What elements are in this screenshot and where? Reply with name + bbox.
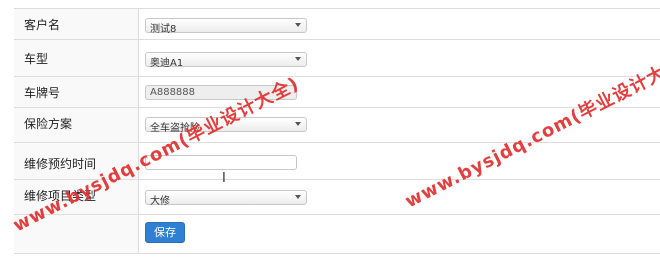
form-row-repair-type: 维修项目类型 大修 — [14, 180, 660, 215]
save-button[interactable]: 保存 — [145, 222, 185, 243]
car-model-select-value: 奥迪A1 — [150, 58, 184, 69]
form-row-appointment: 维修预约时间 — [14, 143, 660, 180]
text-cursor-icon: I — [222, 171, 226, 186]
customer-select-value: 测试8 — [150, 24, 177, 35]
car-model-select[interactable]: 奥迪A1 — [145, 52, 307, 69]
plate-input[interactable]: A888888 — [145, 85, 297, 100]
insurance-select-value: 全车盗抢险 — [150, 123, 200, 134]
plate-label: 车牌号 — [14, 77, 139, 107]
actions-label-cell — [14, 215, 139, 253]
chevron-down-icon — [295, 122, 301, 126]
form-row-car-model: 车型 奥迪A1 — [14, 40, 660, 77]
appointment-time-input[interactable] — [145, 155, 297, 170]
insurance-label: 保险方案 — [14, 108, 139, 142]
chevron-down-icon — [295, 195, 301, 199]
insurance-select[interactable]: 全车盗抢险 — [145, 117, 307, 134]
customer-select[interactable]: 测试8 — [145, 18, 307, 35]
chevron-down-icon — [295, 57, 301, 61]
vehicle-repair-form: 客户名 测试8 车型 奥迪A1 车牌号 A888888 保险方案 全车盗抢险 维… — [14, 8, 660, 254]
chevron-down-icon — [295, 23, 301, 27]
repair-type-select-value: 大修 — [150, 196, 170, 207]
form-row-insurance: 保险方案 全车盗抢险 — [14, 108, 660, 143]
customer-label: 客户名 — [14, 9, 139, 39]
repair-type-label: 维修项目类型 — [14, 180, 139, 214]
car-model-label: 车型 — [14, 40, 139, 76]
form-row-actions: 保存 — [14, 215, 660, 254]
repair-type-select[interactable]: 大修 — [145, 190, 307, 207]
form-row-plate: 车牌号 A888888 — [14, 77, 660, 108]
appointment-label: 维修预约时间 — [14, 143, 139, 179]
form-row-customer: 客户名 测试8 — [14, 9, 660, 40]
